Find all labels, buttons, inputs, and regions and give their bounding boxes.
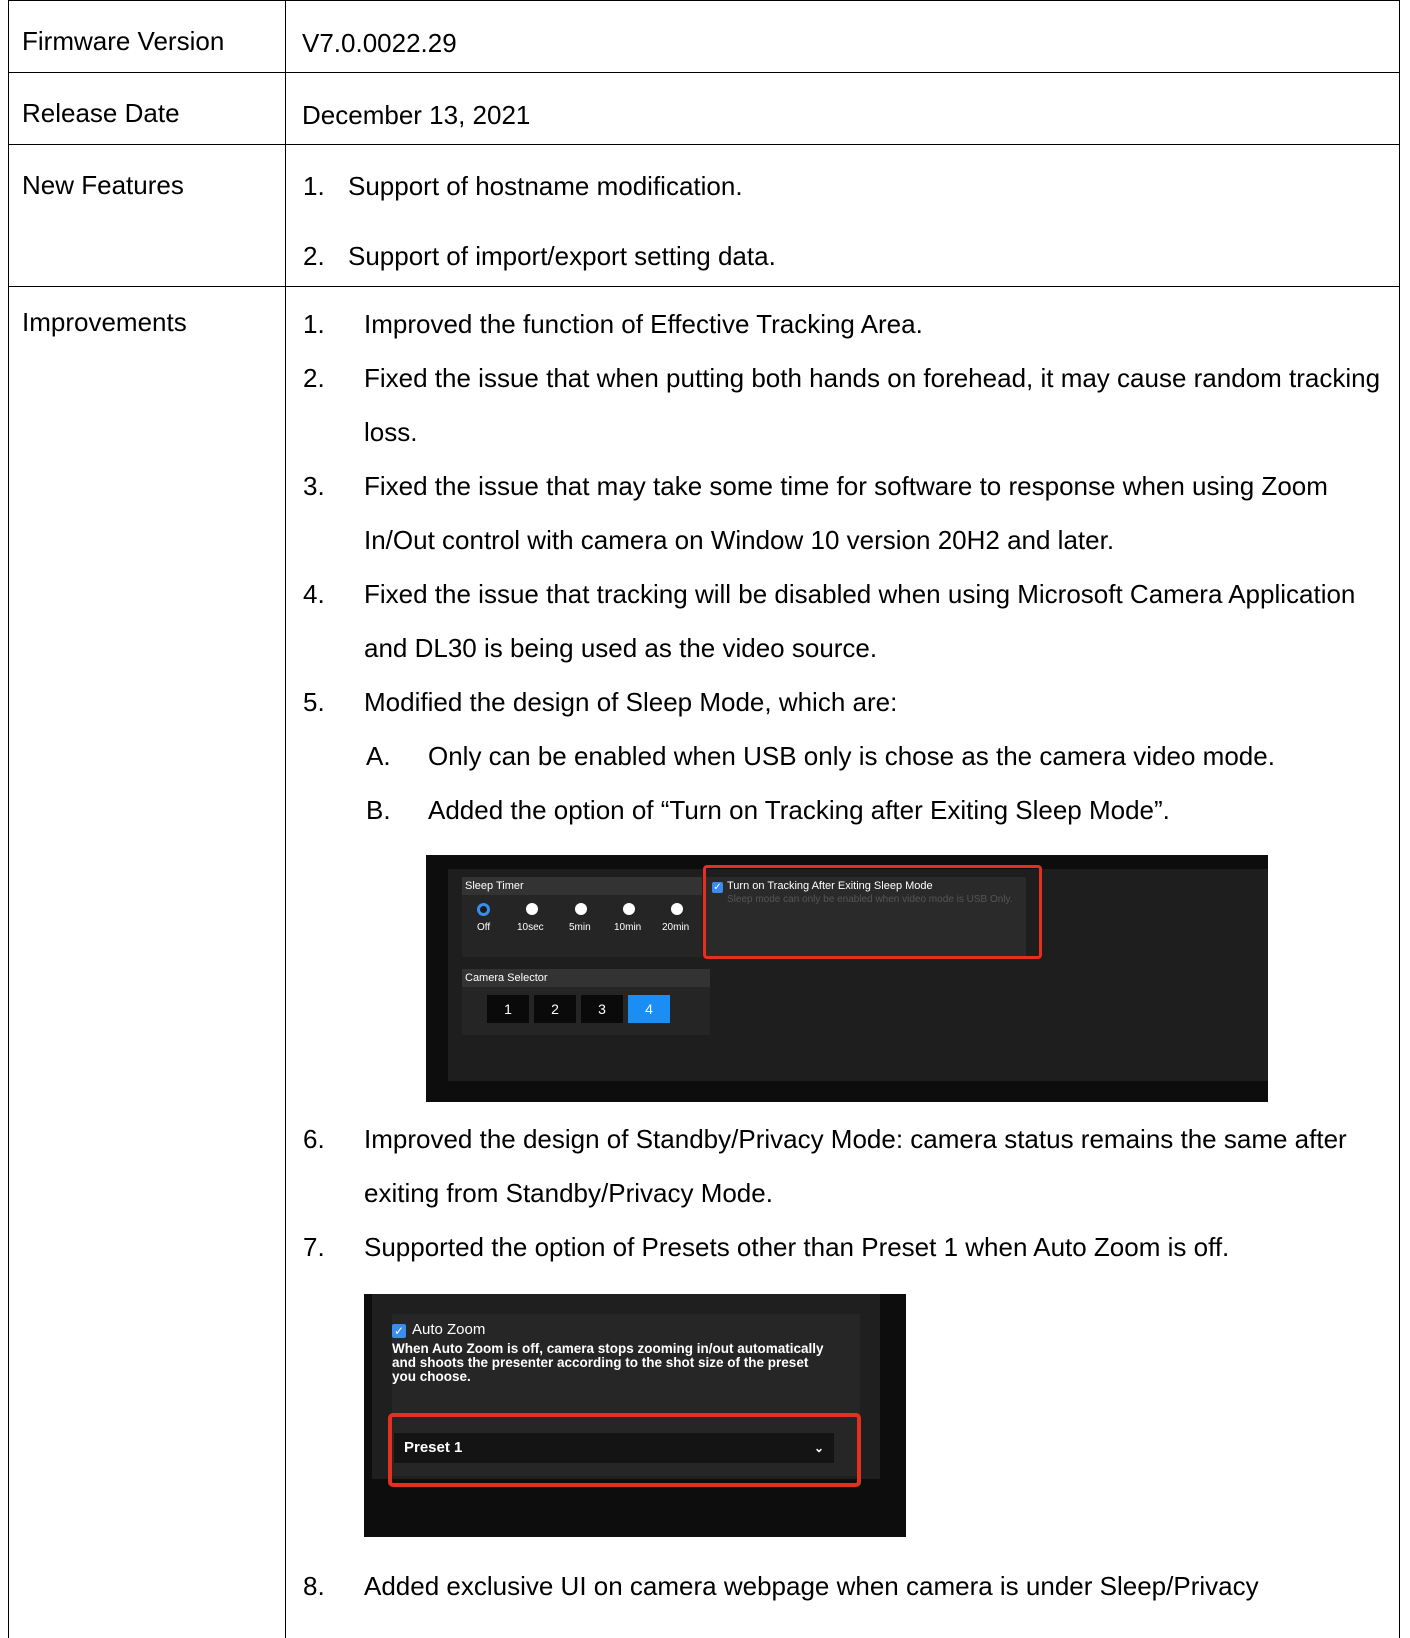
improvement-item: 7. Supported the option of Presets other …: [286, 1220, 1391, 1274]
camera-button-4: 4: [628, 995, 670, 1023]
improvement-item: 6. Improved the design of Standby/Privacy…: [286, 1112, 1391, 1220]
camera-button-3: 3: [581, 995, 623, 1023]
item-number: 1.: [303, 309, 325, 339]
sub-item-text: Added the option of “Turn on Tracking af…: [428, 795, 1170, 825]
sub-item-letter: A.: [366, 741, 391, 771]
improvement-item: 8. Added exclusive UI on camera webpage w…: [286, 1559, 1391, 1613]
item-number: 3.: [303, 471, 325, 501]
item-text: Fixed the issue that when putting both h…: [364, 363, 1381, 447]
sub-item: B. Added the option of “Turn on Tracking …: [286, 783, 1399, 837]
item-number: 4.: [303, 579, 325, 609]
sleep-timer-header: Sleep Timer: [462, 877, 702, 895]
checkmark-icon: ✓: [392, 1324, 406, 1338]
improvement-item: 4. Fixed the issue that tracking will be …: [286, 567, 1391, 675]
firmware-label-cell: Firmware Version: [8, 0, 286, 73]
features-label-cell: New Features: [8, 144, 286, 287]
improvements-label: Improvements: [22, 307, 187, 337]
highlight-box: [388, 1413, 861, 1487]
features-label: New Features: [22, 170, 184, 200]
auto-zoom-screenshot: ✓ Auto Zoom When Auto Zoom is off, camer…: [364, 1294, 906, 1537]
radio-label: Off: [477, 922, 491, 933]
sub-item: A. Only can be enabled when USB only is c…: [286, 729, 1399, 783]
feature-text: Support of import/export setting data.: [348, 241, 776, 271]
item-number: 8.: [303, 1571, 325, 1601]
camera-button-1: 1: [487, 995, 529, 1023]
camera-selector-header: Camera Selector: [462, 969, 710, 987]
sub-item-letter: B.: [366, 795, 391, 825]
improvements-cell: 1. Improved the function of Effective Tra…: [285, 286, 1400, 1638]
improvements-label-cell: Improvements: [8, 286, 286, 1638]
radio-5min: [575, 903, 587, 915]
feature-item: 2. Support of import/export setting data…: [286, 243, 1399, 283]
radio-label: 10sec: [517, 922, 544, 933]
row-firmware: Firmware Version V7.0.0022.29: [8, 0, 1400, 73]
auto-zoom-description: When Auto Zoom is off, camera stops zoom…: [392, 1341, 824, 1384]
item-number: 6.: [303, 1124, 325, 1154]
radio-label: 10min: [614, 922, 642, 933]
row-release-date: Release Date December 13, 2021: [8, 72, 1400, 145]
sub-item-text: Only can be enabled when USB only is cho…: [428, 741, 1275, 771]
item-text: Fixed the issue that tracking will be di…: [364, 579, 1356, 663]
row-new-features: New Features 1. Support of hostname modi…: [8, 144, 1400, 287]
camera-button-2: 2: [534, 995, 576, 1023]
release-value: December 13, 2021: [285, 72, 1400, 145]
feature-number: 1.: [303, 171, 325, 201]
item-text: Supported the option of Presets other th…: [364, 1232, 1230, 1262]
improvement-item: 3. Fixed the issue that may take some tim…: [286, 459, 1391, 567]
radio-10min: [623, 903, 635, 915]
radio-label: 20min: [662, 922, 690, 933]
radio-20min: [671, 903, 683, 915]
radio-off-selected: [477, 903, 490, 916]
improvement-item: 2. Fixed the issue that when putting both…: [286, 351, 1391, 459]
radio-10sec: [526, 903, 538, 915]
improvement-item: 5. Modified the design of Sleep Mode, whi…: [286, 675, 1391, 729]
firmware-label: Firmware Version: [22, 26, 225, 56]
row-improvements: Improvements 1. Improved the function of …: [8, 286, 1400, 1638]
features-cell: 1. Support of hostname modification. 2. …: [285, 144, 1400, 287]
feature-item: 1. Support of hostname modification.: [286, 173, 1399, 243]
item-text: Improved the design of Standby/Privacy M…: [364, 1124, 1347, 1208]
item-text: Modified the design of Sleep Mode, which…: [364, 687, 898, 717]
radio-label: 5min: [569, 922, 591, 933]
item-text: Improved the function of Effective Track…: [364, 309, 923, 339]
item-number: 5.: [303, 687, 325, 717]
item-number: 7.: [303, 1232, 325, 1262]
auto-zoom-label: Auto Zoom: [412, 1321, 486, 1338]
item-text: Added exclusive UI on camera webpage whe…: [364, 1571, 1259, 1601]
item-text: Fixed the issue that may take some time …: [364, 471, 1328, 555]
release-notes-table: Firmware Version V7.0.0022.29 Release Da…: [8, 0, 1400, 1638]
item-number: 2.: [303, 363, 325, 393]
improvement-item: 1. Improved the function of Effective Tra…: [286, 297, 1391, 351]
sleep-mode-screenshot: Sleep Timer Off 10sec 5min 10min 20min ✓…: [426, 855, 1268, 1102]
feature-number: 2.: [303, 241, 325, 271]
release-label: Release Date: [22, 98, 180, 128]
highlight-box: [703, 865, 1042, 959]
release-label-cell: Release Date: [8, 72, 286, 145]
feature-text: Support of hostname modification.: [348, 171, 743, 201]
firmware-value: V7.0.0022.29: [285, 0, 1400, 73]
